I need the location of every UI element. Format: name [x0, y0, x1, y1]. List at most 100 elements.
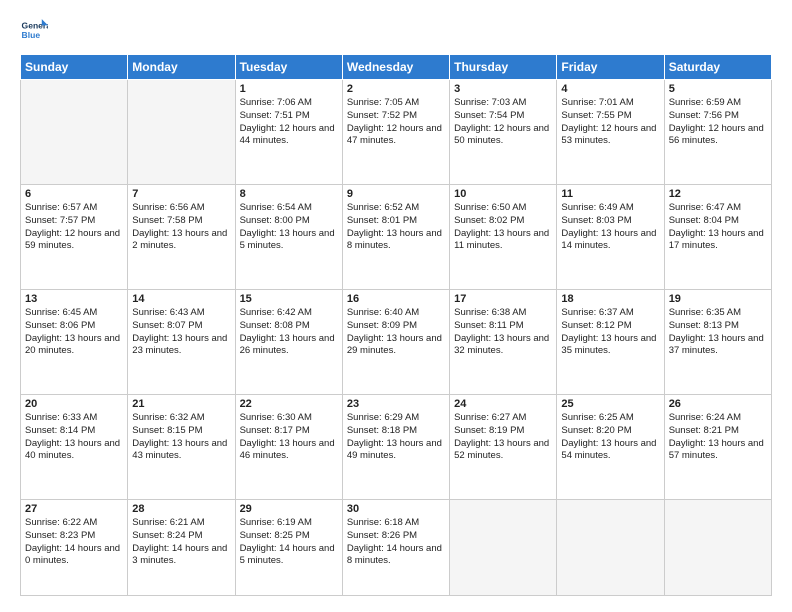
day-number: 24	[454, 398, 552, 410]
day-number: 10	[454, 188, 552, 200]
day-number: 1	[240, 83, 338, 95]
weekday-header-cell: Monday	[128, 55, 235, 80]
day-info: Sunrise: 6:35 AM Sunset: 8:13 PM Dayligh…	[669, 307, 767, 358]
day-number: 14	[132, 293, 230, 305]
day-info: Sunrise: 6:37 AM Sunset: 8:12 PM Dayligh…	[561, 307, 659, 358]
calendar-day-cell: 26Sunrise: 6:24 AM Sunset: 8:21 PM Dayli…	[664, 394, 771, 499]
weekday-header-cell: Sunday	[21, 55, 128, 80]
day-number: 26	[669, 398, 767, 410]
calendar-day-cell: 1 Sunrise: 7:06 AM Sunset: 7:51 PM Daylig…	[235, 80, 342, 185]
calendar-day-cell: 27 Sunrise: 6:22 AM Sunset: 8:23 PM Dayli…	[21, 499, 128, 595]
calendar-day-cell: 7 Sunrise: 6:56 AM Sunset: 7:58 PM Daylig…	[128, 184, 235, 289]
day-number: 3	[454, 83, 552, 95]
weekday-header-cell: Saturday	[664, 55, 771, 80]
day-number: 18	[561, 293, 659, 305]
day-info: Sunrise: 6:27 AM Sunset: 8:19 PM Dayligh…	[454, 412, 552, 463]
day-number: 22	[240, 398, 338, 410]
day-number: 30	[347, 503, 445, 515]
calendar-day-cell	[557, 499, 664, 595]
calendar-day-cell	[664, 499, 771, 595]
calendar-day-cell: 8Sunrise: 6:54 AM Sunset: 8:00 PM Daylig…	[235, 184, 342, 289]
day-number: 2	[347, 83, 445, 95]
weekday-header-cell: Wednesday	[342, 55, 449, 80]
day-number: 20	[25, 398, 123, 410]
day-number: 15	[240, 293, 338, 305]
day-info: Sunrise: 6:22 AM Sunset: 8:23 PM Dayligh…	[25, 517, 123, 568]
calendar-day-cell: 10Sunrise: 6:50 AM Sunset: 8:02 PM Dayli…	[450, 184, 557, 289]
page: General Blue SundayMondayTuesdayWednesda…	[0, 0, 792, 612]
day-number: 17	[454, 293, 552, 305]
day-info: Sunrise: 6:32 AM Sunset: 8:15 PM Dayligh…	[132, 412, 230, 463]
calendar-day-cell: 18 Sunrise: 6:37 AM Sunset: 8:12 PM Dayli…	[557, 289, 664, 394]
calendar-week-row: 20 Sunrise: 6:33 AM Sunset: 8:14 PM Dayli…	[21, 394, 772, 499]
calendar-day-cell: 24 Sunrise: 6:27 AM Sunset: 8:19 PM Dayli…	[450, 394, 557, 499]
calendar-day-cell	[128, 80, 235, 185]
day-number: 12	[669, 188, 767, 200]
calendar-day-cell: 19 Sunrise: 6:35 AM Sunset: 8:13 PM Dayli…	[664, 289, 771, 394]
svg-text:Blue: Blue	[22, 30, 41, 40]
day-info: Sunrise: 7:03 AM Sunset: 7:54 PM Dayligh…	[454, 97, 552, 148]
calendar-day-cell	[450, 499, 557, 595]
day-number: 19	[669, 293, 767, 305]
day-info: Sunrise: 6:45 AM Sunset: 8:06 PM Dayligh…	[25, 307, 123, 358]
day-info: Sunrise: 6:59 AM Sunset: 7:56 PM Dayligh…	[669, 97, 767, 148]
calendar-day-cell: 14Sunrise: 6:43 AM Sunset: 8:07 PM Dayli…	[128, 289, 235, 394]
weekday-header-cell: Friday	[557, 55, 664, 80]
logo: General Blue	[20, 16, 48, 44]
calendar-day-cell: 16 Sunrise: 6:40 AM Sunset: 8:09 PM Dayli…	[342, 289, 449, 394]
day-number: 23	[347, 398, 445, 410]
calendar-day-cell: 11 Sunrise: 6:49 AM Sunset: 8:03 PM Dayli…	[557, 184, 664, 289]
day-info: Sunrise: 6:19 AM Sunset: 8:25 PM Dayligh…	[240, 517, 338, 568]
day-info: Sunrise: 6:47 AM Sunset: 8:04 PM Dayligh…	[669, 202, 767, 253]
day-info: Sunrise: 6:38 AM Sunset: 8:11 PM Dayligh…	[454, 307, 552, 358]
day-number: 9	[347, 188, 445, 200]
day-number: 6	[25, 188, 123, 200]
calendar-day-cell	[21, 80, 128, 185]
calendar-day-cell: 30Sunrise: 6:18 AM Sunset: 8:26 PM Dayli…	[342, 499, 449, 595]
weekday-header: SundayMondayTuesdayWednesdayThursdayFrid…	[21, 55, 772, 80]
day-number: 28	[132, 503, 230, 515]
calendar-day-cell: 4Sunrise: 7:01 AM Sunset: 7:55 PM Daylig…	[557, 80, 664, 185]
calendar-week-row: 13 Sunrise: 6:45 AM Sunset: 8:06 PM Dayli…	[21, 289, 772, 394]
day-number: 7	[132, 188, 230, 200]
calendar-day-cell: 6 Sunrise: 6:57 AM Sunset: 7:57 PM Daylig…	[21, 184, 128, 289]
weekday-header-cell: Thursday	[450, 55, 557, 80]
day-info: Sunrise: 6:21 AM Sunset: 8:24 PM Dayligh…	[132, 517, 230, 568]
calendar-day-cell: 12 Sunrise: 6:47 AM Sunset: 8:04 PM Dayli…	[664, 184, 771, 289]
day-info: Sunrise: 6:56 AM Sunset: 7:58 PM Dayligh…	[132, 202, 230, 253]
day-info: Sunrise: 6:33 AM Sunset: 8:14 PM Dayligh…	[25, 412, 123, 463]
calendar-day-cell: 23Sunrise: 6:29 AM Sunset: 8:18 PM Dayli…	[342, 394, 449, 499]
logo-icon: General Blue	[20, 16, 48, 44]
day-number: 5	[669, 83, 767, 95]
day-info: Sunrise: 6:42 AM Sunset: 8:08 PM Dayligh…	[240, 307, 338, 358]
calendar-day-cell: 29 Sunrise: 6:19 AM Sunset: 8:25 PM Dayli…	[235, 499, 342, 595]
calendar-day-cell: 17 Sunrise: 6:38 AM Sunset: 8:11 PM Dayli…	[450, 289, 557, 394]
calendar-day-cell: 22 Sunrise: 6:30 AM Sunset: 8:17 PM Dayli…	[235, 394, 342, 499]
calendar-day-cell: 13 Sunrise: 6:45 AM Sunset: 8:06 PM Dayli…	[21, 289, 128, 394]
day-info: Sunrise: 7:01 AM Sunset: 7:55 PM Dayligh…	[561, 97, 659, 148]
calendar-week-row: 27 Sunrise: 6:22 AM Sunset: 8:23 PM Dayli…	[21, 499, 772, 595]
calendar-day-cell: 28 Sunrise: 6:21 AM Sunset: 8:24 PM Dayli…	[128, 499, 235, 595]
day-info: Sunrise: 6:54 AM Sunset: 8:00 PM Dayligh…	[240, 202, 338, 253]
day-info: Sunrise: 6:49 AM Sunset: 8:03 PM Dayligh…	[561, 202, 659, 253]
calendar-day-cell: 3 Sunrise: 7:03 AM Sunset: 7:54 PM Daylig…	[450, 80, 557, 185]
day-info: Sunrise: 6:30 AM Sunset: 8:17 PM Dayligh…	[240, 412, 338, 463]
day-number: 13	[25, 293, 123, 305]
calendar-day-cell: 20 Sunrise: 6:33 AM Sunset: 8:14 PM Dayli…	[21, 394, 128, 499]
calendar-day-cell: 2Sunrise: 7:05 AM Sunset: 7:52 PM Daylig…	[342, 80, 449, 185]
day-number: 29	[240, 503, 338, 515]
day-info: Sunrise: 6:25 AM Sunset: 8:20 PM Dayligh…	[561, 412, 659, 463]
calendar-day-cell: 9 Sunrise: 6:52 AM Sunset: 8:01 PM Daylig…	[342, 184, 449, 289]
day-info: Sunrise: 6:40 AM Sunset: 8:09 PM Dayligh…	[347, 307, 445, 358]
weekday-header-cell: Tuesday	[235, 55, 342, 80]
day-number: 11	[561, 188, 659, 200]
day-number: 27	[25, 503, 123, 515]
calendar-day-cell: 5 Sunrise: 6:59 AM Sunset: 7:56 PM Daylig…	[664, 80, 771, 185]
day-info: Sunrise: 7:06 AM Sunset: 7:51 PM Dayligh…	[240, 97, 338, 148]
day-info: Sunrise: 6:52 AM Sunset: 8:01 PM Dayligh…	[347, 202, 445, 253]
day-number: 16	[347, 293, 445, 305]
calendar-day-cell: 25Sunrise: 6:25 AM Sunset: 8:20 PM Dayli…	[557, 394, 664, 499]
calendar-day-cell: 21Sunrise: 6:32 AM Sunset: 8:15 PM Dayli…	[128, 394, 235, 499]
calendar-table: SundayMondayTuesdayWednesdayThursdayFrid…	[20, 54, 772, 596]
day-info: Sunrise: 6:57 AM Sunset: 7:57 PM Dayligh…	[25, 202, 123, 253]
